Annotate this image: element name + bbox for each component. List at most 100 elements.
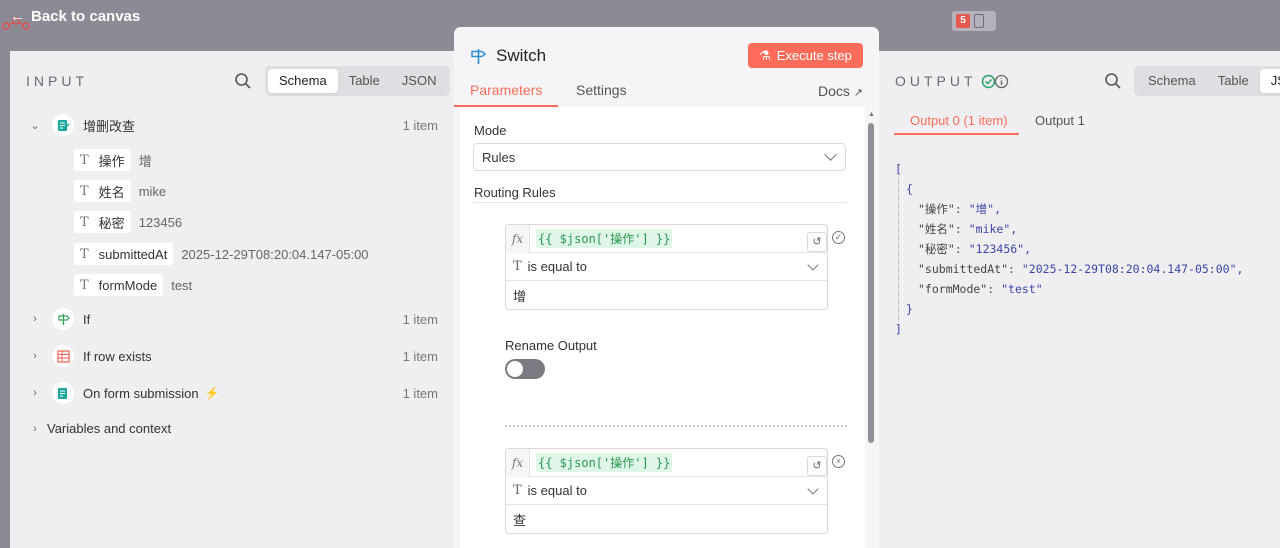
input-node-name: On form submission — [83, 385, 199, 401]
check-circle-icon[interactable]: ✓ — [832, 231, 845, 244]
input-node-name: 增删改查 — [83, 118, 136, 134]
switch-header: Switch ⚗ Execute step Parameters Setting… — [454, 27, 879, 107]
expression-code: {{ $json['操作'] }} — [536, 453, 673, 472]
routing-rule: fx {{ $json['操作'] }} ↺ T is equal to 查 — [505, 448, 828, 534]
text-type-icon: T — [513, 483, 522, 498]
html5-icon: 5 — [956, 14, 970, 28]
json-line: "秘密": "123456", — [918, 242, 1032, 256]
lightning-icon: ⚡ — [204, 386, 220, 400]
chevron-right-icon: › — [33, 422, 37, 435]
view-table-tab[interactable]: Table — [1207, 69, 1260, 93]
chevron-right-icon: › — [33, 387, 37, 399]
tab-settings[interactable]: Settings — [576, 82, 627, 98]
chevron-down-icon: ⌄ — [30, 119, 40, 132]
mode-select[interactable]: Rules — [473, 143, 846, 171]
reset-value-icon[interactable]: ↺ — [807, 456, 827, 476]
input-node-row[interactable]: › On form submission ⚡ 1 item — [28, 382, 456, 404]
json-line: "姓名": "mike", — [918, 222, 1018, 236]
field-key: 姓名 — [98, 184, 125, 200]
rule-separator — [505, 425, 847, 427]
operator-label: is equal to — [527, 483, 587, 498]
tab-output-0[interactable]: Output 0 (1 item) — [910, 113, 1008, 128]
json-close-brace: } — [906, 302, 913, 316]
chevron-down-icon — [807, 483, 819, 495]
active-output-indicator — [894, 133, 1019, 135]
view-schema-tab[interactable]: Schema — [1137, 69, 1207, 93]
fx-icon: fx — [506, 448, 530, 477]
arrow-left-icon: ← — [10, 8, 25, 25]
field-key: formMode — [98, 277, 158, 293]
search-icon[interactable] — [234, 72, 252, 90]
rule-value-input[interactable]: 查 — [506, 505, 827, 533]
tab-output-1[interactable]: Output 1 — [1035, 113, 1085, 128]
scroll-up-icon: ▲ — [868, 111, 875, 118]
schema-field: TformMode test — [74, 274, 192, 296]
back-to-canvas-button[interactable]: ← Back to canvas — [10, 8, 140, 25]
view-schema-tab[interactable]: Schema — [268, 69, 338, 93]
field-value: 2025-12-29T08:20:04.147-05:00 — [181, 246, 369, 262]
chevron-right-icon: › — [33, 350, 37, 362]
view-json-tab[interactable]: JSON — [391, 69, 448, 93]
field-key-pill[interactable]: T 操作 — [74, 149, 131, 171]
chevron-down-icon — [824, 148, 837, 161]
json-open-brace: { — [906, 182, 913, 196]
docs-link[interactable]: Docs ↗ — [818, 83, 863, 99]
routing-rule: fx {{ $json['操作'] }} ↺ T is equal to 增 — [505, 224, 828, 310]
item-count: 1 item — [402, 385, 438, 401]
chevron-right-icon: › — [33, 313, 37, 325]
input-title: INPUT — [26, 73, 88, 89]
field-key: 秘密 — [98, 215, 125, 231]
switch-signpost-icon — [471, 48, 487, 64]
text-type-icon: T — [80, 183, 89, 199]
text-type-icon: T — [80, 152, 89, 168]
fx-icon: fx — [506, 224, 530, 253]
field-key-pill[interactable]: T 秘密 — [74, 211, 131, 233]
variables-and-context-row[interactable]: › Variables and context — [28, 421, 171, 436]
field-key-pill[interactable]: TformMode — [74, 274, 164, 296]
schema-field: T 秘密 123456 — [74, 211, 182, 233]
output-panel: OUTPUT Schema Table JS Output 0 (1 item)… — [879, 51, 1280, 548]
operator-select[interactable]: T is equal to — [506, 477, 827, 505]
field-key: 操作 — [98, 153, 125, 169]
divider — [473, 202, 846, 203]
parameters-body: Mode Rules Routing Rules fx {{ $json['操作… — [460, 107, 865, 548]
input-node-name: If row exists — [83, 348, 152, 364]
reset-value-icon[interactable]: ↺ — [807, 232, 827, 252]
output-title: OUTPUT — [895, 73, 977, 89]
json-output: [ { "操作": "增", "姓名": "mike", "秘密": "1234… — [895, 159, 1243, 339]
rule-expression-field[interactable]: fx {{ $json['操作'] }} ↺ — [506, 448, 827, 477]
table-icon — [52, 345, 74, 367]
field-key-pill[interactable]: TsubmittedAt — [74, 243, 174, 265]
scrollbar-thumb[interactable] — [868, 123, 874, 443]
close-circle-icon[interactable]: × — [832, 455, 845, 468]
field-key-pill[interactable]: T 姓名 — [74, 180, 131, 202]
item-count: 1 item — [402, 348, 438, 364]
input-node-row[interactable]: ⌄ 增删改查 1 item — [28, 114, 456, 136]
input-node-row[interactable]: › If 1 item — [28, 308, 456, 330]
json-line: "操作": "增", — [918, 202, 1001, 216]
mode-label: Mode — [474, 123, 507, 138]
rename-output-toggle[interactable] — [505, 359, 545, 379]
rule-expression-field[interactable]: fx {{ $json['操作'] }} ↺ — [506, 224, 827, 253]
tab-parameters[interactable]: Parameters — [470, 82, 542, 98]
operator-label: is equal to — [527, 259, 587, 274]
item-count: 1 item — [402, 117, 438, 133]
view-table-tab[interactable]: Table — [338, 69, 391, 93]
operator-select[interactable]: T is equal to — [506, 253, 827, 281]
rule-value-input[interactable]: 增 — [506, 281, 827, 309]
parameters-scrollbar[interactable]: ▲ — [867, 111, 875, 548]
field-value: 123456 — [138, 214, 183, 230]
docs-label: Docs — [817, 83, 850, 99]
view-json-tab[interactable]: JS — [1259, 69, 1280, 93]
switch-title-row: Switch — [470, 46, 546, 66]
json-close-bracket: ] — [895, 322, 902, 336]
input-node-name: If — [83, 311, 91, 327]
info-icon[interactable] — [994, 74, 1009, 89]
search-icon[interactable] — [1104, 72, 1122, 90]
expression-code: {{ $json['操作'] }} — [536, 229, 673, 248]
input-view-switcher: Schema Table JSON — [265, 66, 451, 96]
execute-step-button[interactable]: ⚗ Execute step — [748, 43, 863, 68]
if-signpost-icon — [52, 308, 74, 330]
input-node-row[interactable]: › If row exists 1 item — [28, 345, 456, 367]
text-type-icon: T — [80, 214, 89, 230]
